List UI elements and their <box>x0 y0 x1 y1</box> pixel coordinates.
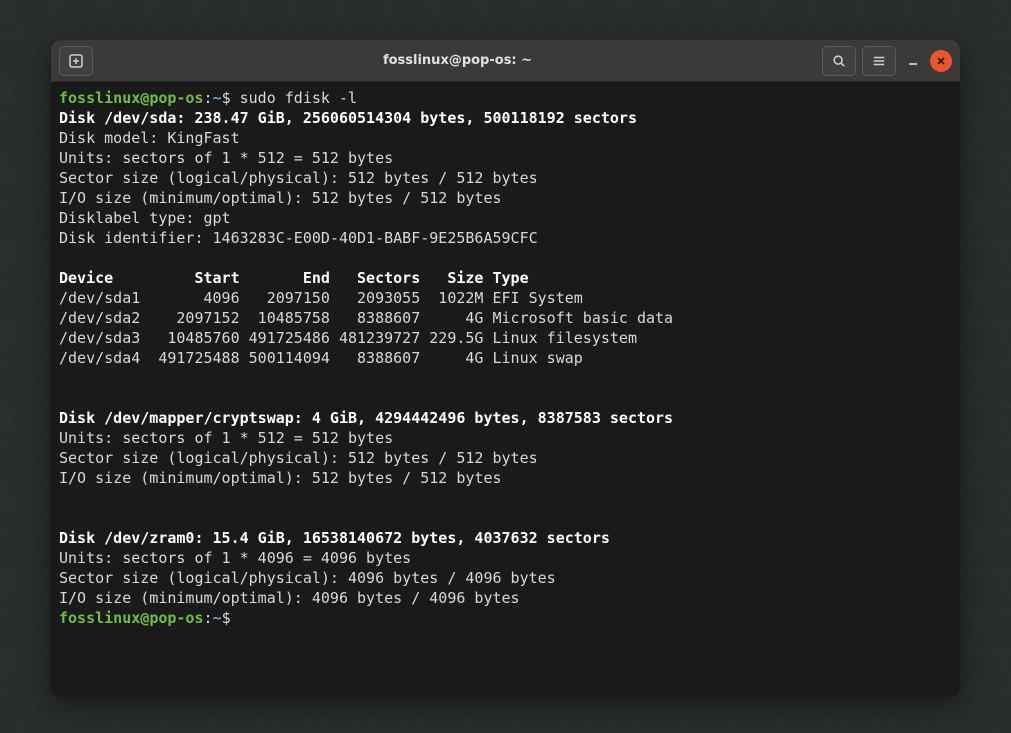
prompt-line-1: fosslinux@pop-os:~$ sudo fdisk -l <box>59 88 952 108</box>
disk1-sector: Sector size (logical/physical): 512 byte… <box>59 168 952 188</box>
blank-line <box>59 368 952 388</box>
disk1-label: Disklabel type: gpt <box>59 208 952 228</box>
blank-line <box>59 508 952 528</box>
disk2-io: I/O size (minimum/optimal): 512 bytes / … <box>59 468 952 488</box>
blank-line <box>59 248 952 268</box>
prompt-user: fosslinux <box>59 89 140 107</box>
blank-line <box>59 488 952 508</box>
disk3-units: Units: sectors of 1 * 4096 = 4096 bytes <box>59 548 952 568</box>
disk1-ident: Disk identifier: 1463283C-E00D-40D1-BABF… <box>59 228 952 248</box>
terminal-body[interactable]: fosslinux@pop-os:~$ sudo fdisk -lDisk /d… <box>51 82 960 697</box>
new-tab-button[interactable] <box>59 46 93 76</box>
prompt-at: @ <box>140 609 149 627</box>
close-icon <box>936 56 946 66</box>
disk3-header: Disk /dev/zram0: 15.4 GiB, 16538140672 b… <box>59 528 952 548</box>
titlebar: fosslinux@pop-os: ~ <box>51 40 960 82</box>
prompt-colon: : <box>204 609 213 627</box>
prompt-host: pop-os <box>149 89 203 107</box>
command-text: sudo fdisk -l <box>231 89 357 107</box>
disk1-header: Disk /dev/sda: 238.47 GiB, 256060514304 … <box>59 108 952 128</box>
blank-line <box>59 388 952 408</box>
window-title: fosslinux@pop-os: ~ <box>93 53 822 68</box>
search-button[interactable] <box>822 46 856 76</box>
table-row: /dev/sda2 2097152 10485758 8388607 4G Mi… <box>59 308 952 328</box>
disk2-units: Units: sectors of 1 * 512 = 512 bytes <box>59 428 952 448</box>
disk1-io: I/O size (minimum/optimal): 512 bytes / … <box>59 188 952 208</box>
titlebar-right-controls <box>822 46 952 76</box>
disk1-units: Units: sectors of 1 * 512 = 512 bytes <box>59 148 952 168</box>
prompt-at: @ <box>140 89 149 107</box>
disk2-header: Disk /dev/mapper/cryptswap: 4 GiB, 42944… <box>59 408 952 428</box>
search-icon <box>832 54 846 68</box>
prompt-line-2: fosslinux@pop-os:~$ <box>59 608 952 628</box>
table-row: /dev/sda4 491725488 500114094 8388607 4G… <box>59 348 952 368</box>
disk2-sector: Sector size (logical/physical): 512 byte… <box>59 448 952 468</box>
new-tab-icon <box>68 53 84 69</box>
prompt-user: fosslinux <box>59 609 140 627</box>
prompt-colon: : <box>204 89 213 107</box>
prompt-dollar: $ <box>222 609 231 627</box>
menu-button[interactable] <box>862 46 896 76</box>
close-button[interactable] <box>930 50 952 72</box>
minimize-icon <box>907 55 919 67</box>
terminal-window: fosslinux@pop-os: ~ <box>51 40 960 697</box>
disk1-model: Disk model: KingFast <box>59 128 952 148</box>
prompt-path: ~ <box>213 89 222 107</box>
table-header: Device Start End Sectors Size Type <box>59 268 952 288</box>
disk3-sector: Sector size (logical/physical): 4096 byt… <box>59 568 952 588</box>
prompt-host: pop-os <box>149 609 203 627</box>
hamburger-icon <box>872 54 886 68</box>
table-row: /dev/sda3 10485760 491725486 481239727 2… <box>59 328 952 348</box>
table-row: /dev/sda1 4096 2097150 2093055 1022M EFI… <box>59 288 952 308</box>
prompt-dollar: $ <box>222 89 231 107</box>
prompt-path: ~ <box>213 609 222 627</box>
minimize-button[interactable] <box>902 50 924 72</box>
disk3-io: I/O size (minimum/optimal): 4096 bytes /… <box>59 588 952 608</box>
